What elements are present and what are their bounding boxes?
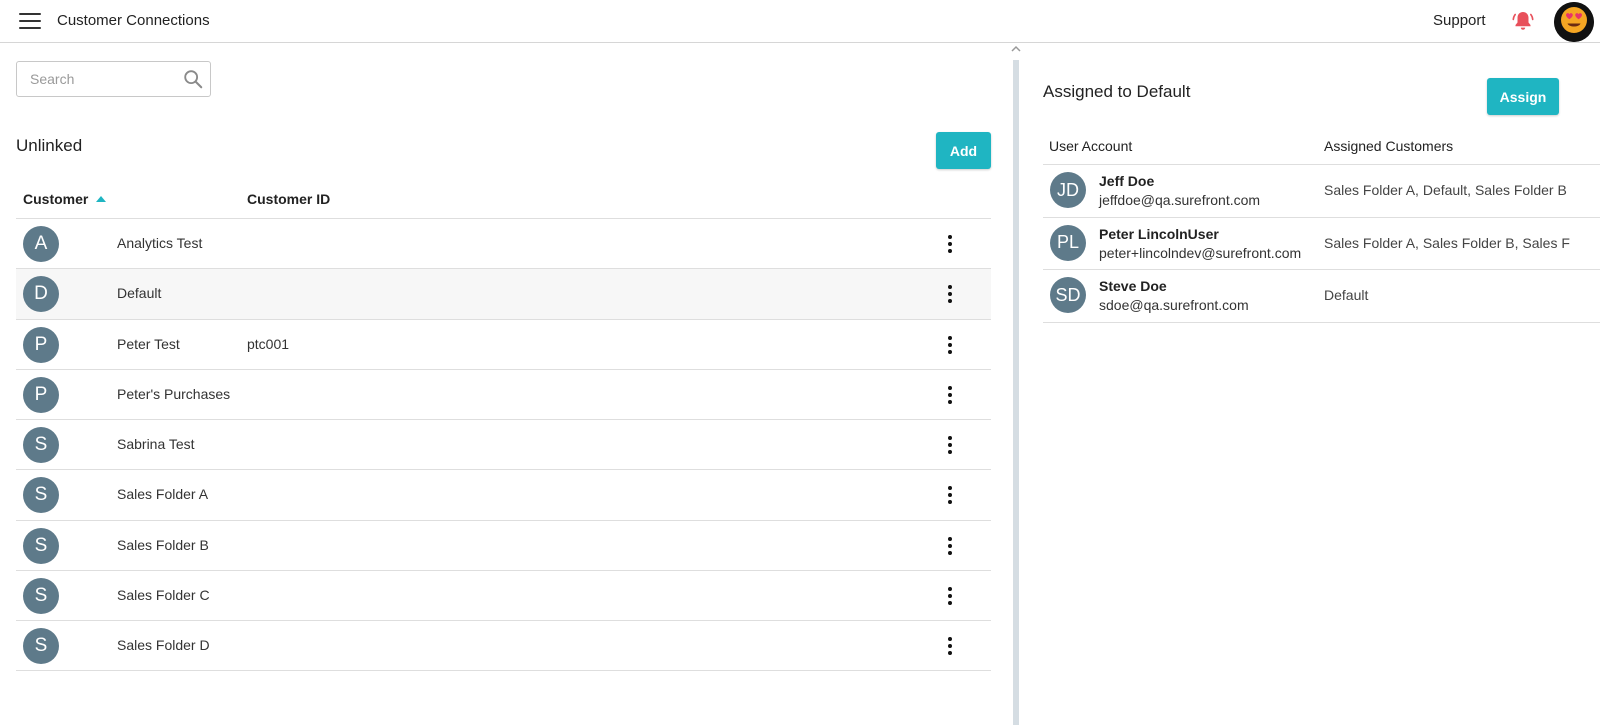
more-options-icon[interactable] — [942, 636, 958, 656]
column-header-customer-id[interactable]: Customer ID — [247, 191, 330, 207]
avatar: S — [23, 577, 59, 614]
table-row[interactable]: SD Steve Doe sdoe@qa.surefront.com Defau… — [1043, 270, 1600, 323]
unlinked-customer-list: A Analytics Test D Default P Peter Test … — [16, 218, 991, 672]
more-options-icon[interactable] — [942, 385, 958, 405]
user-name: Jeff Doe — [1099, 173, 1155, 189]
sort-ascending-icon[interactable] — [96, 196, 107, 203]
app-title: Customer Connections — [57, 12, 210, 29]
avatar: S — [23, 477, 59, 514]
more-options-icon[interactable] — [942, 335, 958, 355]
customer-name: Sales Folder D — [117, 637, 210, 653]
avatar: P — [23, 376, 59, 413]
table-row[interactable]: S Sabrina Test — [16, 420, 991, 471]
customer-name: Sales Folder B — [117, 536, 209, 553]
assigned-title: Assigned to Default — [1043, 82, 1191, 101]
table-row[interactable]: JD Jeff Doe jeffdoe@qa.surefront.com Sal… — [1043, 165, 1600, 218]
column-header-user-account[interactable]: User Account — [1049, 138, 1132, 154]
assigned-customers: Sales Folder A, Sales Folder B, Sales F — [1324, 234, 1570, 251]
more-options-icon[interactable] — [942, 536, 958, 556]
user-name: Peter LincolnUser — [1099, 225, 1219, 242]
avatar: S — [23, 527, 59, 564]
panel-splitter[interactable] — [1013, 60, 1019, 725]
column-header-assigned-customers[interactable]: Assigned Customers — [1324, 138, 1453, 154]
user-avatar[interactable] — [1554, 2, 1594, 42]
more-options-icon[interactable] — [942, 435, 958, 455]
customer-name: Sales Folder A — [117, 486, 209, 503]
avatar: D — [23, 276, 59, 313]
unlinked-title: Unlinked — [16, 136, 83, 155]
table-row[interactable]: P Peter Test ptc001 — [16, 320, 991, 370]
customer-name: Default — [117, 285, 162, 302]
avatar: S — [23, 427, 59, 463]
column-header-customer[interactable]: Customer — [23, 191, 107, 207]
more-options-icon[interactable] — [942, 284, 958, 304]
avatar: A — [23, 226, 59, 262]
column-header-customer-label: Customer — [23, 191, 89, 207]
table-row[interactable]: S Sales Folder A — [16, 470, 991, 521]
user-email: jeffdoe@qa.surefront.com — [1099, 192, 1261, 208]
customer-name: Peter's Purchases — [117, 385, 231, 402]
search-box — [16, 61, 211, 97]
avatar: JD — [1050, 172, 1086, 208]
avatar: S — [23, 628, 59, 664]
customer-id: ptc001 — [247, 335, 290, 352]
assigned-user-list: JD Jeff Doe jeffdoe@qa.surefront.com Sal… — [1043, 164, 1600, 323]
table-row[interactable]: P Peter's Purchases — [16, 370, 991, 420]
more-options-icon[interactable] — [942, 485, 958, 505]
support-link[interactable]: Support — [1433, 12, 1486, 29]
more-options-icon[interactable] — [942, 234, 958, 254]
avatar: P — [23, 326, 59, 363]
customer-name: Peter Test — [117, 335, 180, 352]
table-row[interactable]: PL Peter LincolnUser peter+lincolndev@su… — [1043, 218, 1600, 270]
avatar: PL — [1050, 224, 1086, 261]
assigned-customers: Sales Folder A, Default, Sales Folder B — [1324, 182, 1567, 198]
more-options-icon[interactable] — [942, 586, 958, 606]
assigned-customers: Default — [1324, 287, 1369, 303]
user-email: sdoe@qa.surefront.com — [1099, 297, 1249, 313]
bell-icon[interactable] — [1511, 9, 1535, 33]
add-button[interactable]: Add — [936, 132, 991, 169]
search-icon[interactable] — [182, 68, 204, 90]
table-row[interactable]: S Sales Folder D — [16, 621, 991, 672]
assign-button[interactable]: Assign — [1487, 78, 1559, 115]
top-bar: Customer Connections Support — [0, 0, 1600, 43]
emoji-heart-eyes-icon — [1554, 2, 1594, 42]
search-input[interactable] — [30, 71, 180, 87]
customer-name: Analytics Test — [117, 235, 203, 251]
user-name: Steve Doe — [1099, 278, 1167, 294]
table-row[interactable]: D Default — [16, 269, 991, 320]
customer-name: Sabrina Test — [117, 436, 195, 452]
user-email: peter+lincolndev@surefront.com — [1099, 244, 1302, 261]
table-row[interactable]: A Analytics Test — [16, 219, 991, 270]
hamburger-menu-icon[interactable] — [19, 13, 41, 29]
table-row[interactable]: S Sales Folder B — [16, 521, 991, 571]
customer-name: Sales Folder C — [117, 586, 210, 603]
table-row[interactable]: S Sales Folder C — [16, 571, 991, 621]
avatar: SD — [1050, 277, 1086, 313]
chevron-up-icon[interactable] — [1010, 44, 1022, 54]
